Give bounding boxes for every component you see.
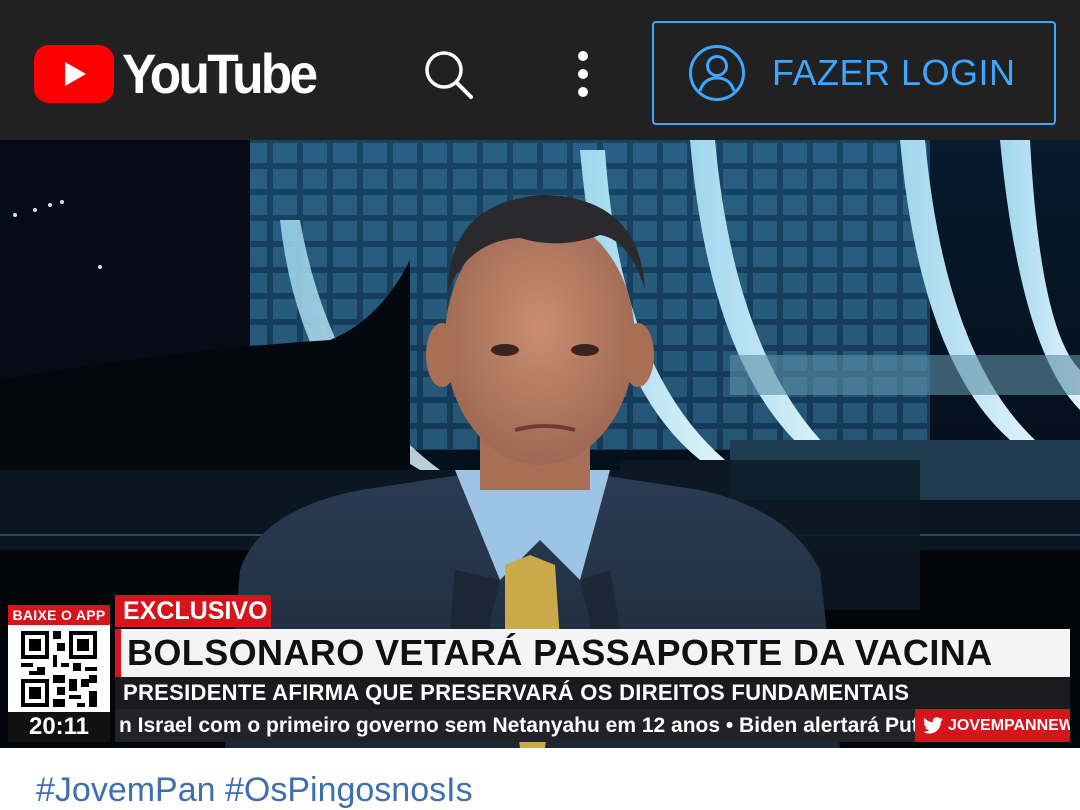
qr-code-icon (21, 630, 97, 707)
description-hashtags[interactable]: #JovemPan #OsPingosnosIs (36, 770, 1056, 810)
social-handle-badge: JOVEMPANNEWS (915, 709, 1070, 742)
twitter-bird-icon (923, 717, 943, 734)
youtube-logo[interactable]: YouTube (34, 44, 332, 104)
social-handle-text: JOVEMPANNEWS (948, 717, 1070, 734)
qr-code (8, 625, 110, 712)
sign-in-button[interactable]: FAZER LOGIN (652, 21, 1056, 125)
account-circle-icon (689, 45, 745, 101)
more-options-button[interactable] (566, 46, 600, 102)
more-vert-icon (578, 51, 588, 97)
app-download-label: BAIXE O APP (8, 605, 110, 625)
video-player[interactable]: BAIXE O APP 20:11 EXCLUSIVO BOLSONARO VE… (0, 140, 1080, 748)
broadcast-clock: 20:11 (8, 712, 110, 742)
sign-in-label: FAZER LOGIN (772, 52, 1016, 93)
news-subheadline: PRESIDENTE AFIRMA QUE PRESERVARÁ OS DIRE… (115, 677, 1070, 709)
news-ticker: n Israel com o primeiro governo sem Neta… (115, 709, 915, 742)
exclusive-badge: EXCLUSIVO (115, 595, 271, 627)
news-headline: BOLSONARO VETARÁ PASSAPORTE DA VACINA (115, 629, 1070, 677)
youtube-logo-icon (34, 45, 114, 103)
youtube-wordmark: YouTube (122, 42, 318, 105)
search-button[interactable] (418, 44, 478, 104)
top-app-bar: YouTube FAZER LOGIN (0, 0, 1080, 140)
search-icon (425, 51, 473, 99)
